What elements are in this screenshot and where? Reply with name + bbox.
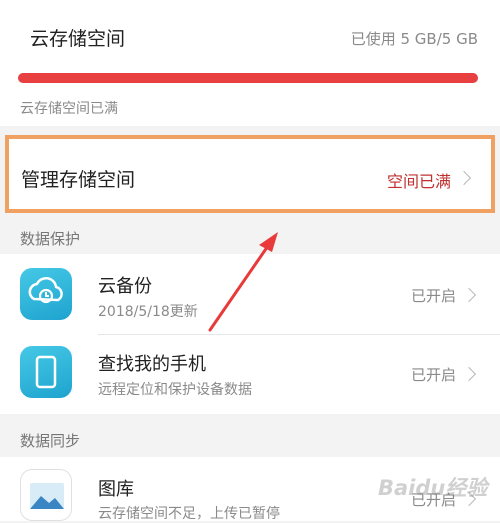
section-header-sync: 数据同步 xyxy=(20,432,81,450)
storage-usage: 已使用 5 GB/5 GB xyxy=(350,30,478,48)
storage-bar-fill xyxy=(18,73,478,83)
manage-storage-status: 空间已满 xyxy=(386,172,451,191)
cloud-backup-icon xyxy=(20,268,72,320)
storage-card: 云存储空间 已使用 5 GB/5 GB 云存储空间已满 xyxy=(0,0,500,126)
list-item-status: 已开启 xyxy=(410,287,456,305)
chevron-right-icon xyxy=(461,366,477,382)
list-item-title: 图库 xyxy=(98,479,134,500)
list-item-find-phone[interactable]: 查找我的手机 远程定位和保护设备数据 已开启 xyxy=(0,334,500,414)
chevron-right-icon xyxy=(456,170,472,186)
list-item-title: 查找我的手机 xyxy=(98,354,206,375)
gallery-icon xyxy=(20,469,72,521)
storage-title: 云存储空间 xyxy=(30,28,126,50)
section-header-backup: 数据保护 xyxy=(20,230,81,248)
manage-storage-row[interactable]: 管理存储空间 空间已满 xyxy=(5,135,495,213)
list-item-subtitle: 2018/5/18更新 xyxy=(98,304,198,320)
list-item-cloud-backup[interactable]: 云备份 2018/5/18更新 已开启 xyxy=(0,254,500,334)
storage-status: 云存储空间已满 xyxy=(20,101,118,117)
find-phone-icon xyxy=(20,346,72,398)
list-item-status: 已开启 xyxy=(410,366,456,384)
watermark: Baidu经验 xyxy=(378,476,488,500)
chevron-right-icon xyxy=(461,287,477,303)
list-item-subtitle: 远程定位和保护设备数据 xyxy=(98,382,252,398)
list-item-title: 云备份 xyxy=(98,276,152,297)
list-item-subtitle: 云存储空间不足，上传已暂停 xyxy=(98,506,280,522)
protection-list: 云备份 2018/5/18更新 已开启 查找我的手机 远程定位和保护设备数据 已… xyxy=(0,254,500,414)
storage-bar-track xyxy=(18,73,478,83)
manage-storage-label: 管理存储空间 xyxy=(21,169,136,191)
